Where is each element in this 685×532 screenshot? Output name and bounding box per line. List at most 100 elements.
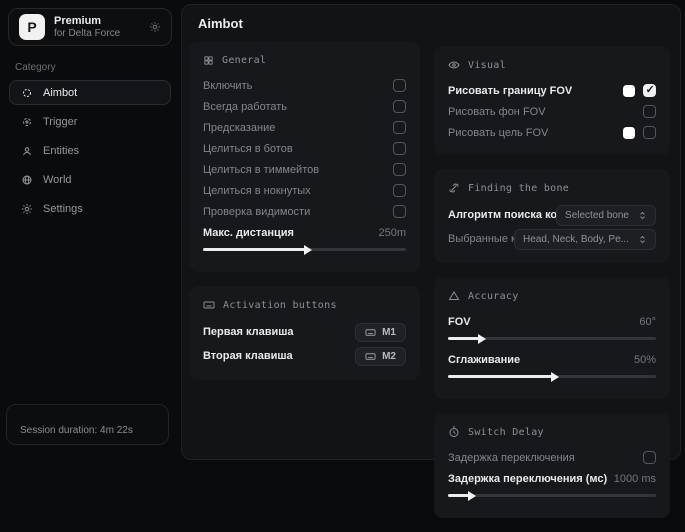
slider-label: Макс. дистанция: [203, 227, 294, 239]
app-title: Premium: [54, 15, 140, 28]
activation-card: Activation buttons Первая клавиша M1 Вто…: [189, 286, 420, 380]
keyboard-icon: [365, 351, 376, 362]
slider-value: 50%: [634, 354, 656, 366]
slider-value: 60°: [639, 316, 656, 328]
toggle-row: Проверка видимости: [203, 201, 406, 222]
slider-thumb[interactable]: [478, 334, 486, 344]
keyboard-icon: [365, 327, 376, 338]
checkbox[interactable]: [643, 126, 656, 139]
category-label: Category: [15, 62, 180, 73]
max-distance-slider[interactable]: [203, 248, 406, 251]
sidebar-item-entities[interactable]: Entities: [9, 138, 171, 163]
sidebar-item-label: Aimbot: [43, 87, 77, 99]
color-swatch[interactable]: [623, 127, 635, 139]
slider-label: Сглаживание: [448, 354, 520, 366]
keybind-value: M1: [382, 327, 396, 338]
sidebar-item-label: Trigger: [43, 116, 77, 128]
smoothing-slider[interactable]: [448, 375, 656, 378]
toggle-label: Всегда работать: [203, 101, 287, 113]
gear-icon[interactable]: [149, 21, 161, 33]
bone-icon: [448, 182, 460, 194]
keybind-label: Первая клавиша: [203, 326, 294, 338]
dropdown-value: Head, Neck, Body, Pe...: [523, 234, 629, 245]
bone-algorithm-select[interactable]: Selected bone: [556, 205, 656, 226]
section-title: Switch Delay: [468, 427, 544, 438]
toggle-row: Включить: [203, 75, 406, 96]
checkbox[interactable]: [393, 100, 406, 113]
slider-row: Макс. дистанция 250m: [203, 222, 406, 243]
bone-row: Выбранные кос Head, Neck, Body, Pe...: [448, 227, 656, 251]
session-duration-text: Session duration: 4m 22s: [20, 425, 133, 436]
toggle-label: Предсказание: [203, 122, 275, 134]
slider-label: Задержка переключения (мс): [448, 473, 607, 485]
bone-label: Алгоритм поиска кост: [448, 209, 556, 221]
selected-bones-select[interactable]: Head, Neck, Body, Pe...: [514, 229, 656, 250]
slider-label: FOV: [448, 316, 471, 328]
bone-row: Алгоритм поиска кост Selected bone: [448, 203, 656, 227]
sidebar-item-world[interactable]: World: [9, 167, 171, 192]
keybind-row: Вторая клавиша M2: [203, 344, 406, 368]
checkbox[interactable]: [393, 79, 406, 92]
trigger-icon: [21, 116, 33, 128]
visual-row: Рисовать фон FOV: [448, 101, 656, 122]
slider-value: 250m: [378, 227, 406, 239]
sidebar-item-aimbot[interactable]: Aimbot: [9, 80, 171, 105]
switch-delay-slider[interactable]: [448, 494, 656, 497]
visual-row: Рисовать границу FOV: [448, 80, 656, 101]
app-logo: P: [19, 14, 45, 40]
slider-thumb[interactable]: [304, 245, 312, 255]
keyboard-icon: [203, 299, 215, 311]
visual-row: Рисовать цель FOV: [448, 122, 656, 143]
chevron-up-down-icon: [638, 235, 647, 244]
sidebar: P Premium for Delta Force Category Aimbo…: [0, 0, 180, 449]
sidebar-nav: Aimbot Trigger Entities World Settings: [0, 80, 180, 221]
slider-row: FOV 60°: [448, 311, 656, 332]
dropdown-value: Selected bone: [565, 210, 629, 221]
section-title: Visual: [468, 60, 506, 71]
slider-row: Задержка переключения (мс) 1000 ms: [448, 468, 656, 489]
app-subtitle: for Delta Force: [54, 28, 140, 40]
visual-card: Visual Рисовать границу FOV Рисовать фон…: [434, 46, 670, 155]
checkbox[interactable]: [393, 142, 406, 155]
timer-icon: [448, 426, 460, 438]
keybind-button-m1[interactable]: M1: [355, 323, 406, 342]
globe-icon: [21, 174, 33, 186]
checkbox[interactable]: [393, 163, 406, 176]
toggle-label: Целиться в ботов: [203, 143, 293, 155]
sidebar-item-label: World: [43, 174, 72, 186]
sidebar-item-trigger[interactable]: Trigger: [9, 109, 171, 134]
checkbox[interactable]: [643, 105, 656, 118]
toggle-label: Проверка видимости: [203, 206, 310, 218]
bone-card: Finding the bone Алгоритм поиска кост Se…: [434, 169, 670, 263]
checkbox[interactable]: [643, 84, 656, 97]
page-title: Aimbot: [198, 16, 680, 31]
accuracy-card: Accuracy FOV 60° Сглаживание 50%: [434, 277, 670, 399]
toggle-row: Предсказание: [203, 117, 406, 138]
sidebar-item-label: Entities: [43, 145, 79, 157]
main-panel: Aimbot General Включить Всегда работать: [181, 4, 681, 460]
toggle-row: Задержка переключения: [448, 447, 656, 468]
checkbox[interactable]: [393, 121, 406, 134]
checkbox[interactable]: [393, 205, 406, 218]
section-title: Accuracy: [468, 291, 519, 302]
grid-icon: [203, 55, 214, 66]
slider-thumb[interactable]: [551, 372, 559, 382]
bone-label: Выбранные кос: [448, 233, 514, 245]
fov-slider[interactable]: [448, 337, 656, 340]
toggle-row: Целиться в тиммейтов: [203, 159, 406, 180]
visual-label: Рисовать цель FOV: [448, 127, 548, 139]
toggle-row: Всегда работать: [203, 96, 406, 117]
section-title: Activation buttons: [223, 300, 337, 311]
session-duration: Session duration: 4m 22s: [6, 404, 169, 445]
color-swatch[interactable]: [623, 85, 635, 97]
section-title: Finding the bone: [468, 183, 569, 194]
toggle-row: Целиться в ботов: [203, 138, 406, 159]
checkbox[interactable]: [393, 184, 406, 197]
sidebar-item-settings[interactable]: Settings: [9, 196, 171, 221]
slider-thumb[interactable]: [468, 491, 476, 501]
keybind-button-m2[interactable]: M2: [355, 347, 406, 366]
visual-label: Рисовать границу FOV: [448, 85, 572, 97]
checkbox[interactable]: [643, 451, 656, 464]
toggle-label: Целиться в тиммейтов: [203, 164, 319, 176]
general-card: General Включить Всегда работать Предска…: [189, 42, 420, 272]
